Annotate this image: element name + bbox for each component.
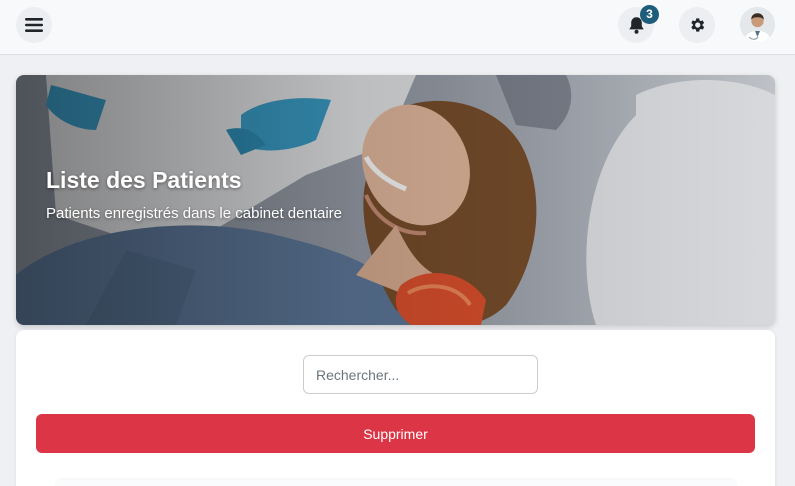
search-input[interactable] [303,355,538,394]
gear-icon [691,18,705,32]
delete-button[interactable]: Supprimer [36,414,755,453]
hero-banner: Liste des Patients Patients enregistrés … [16,75,775,325]
patients-card: Supprimer [16,330,775,486]
top-navbar: 3 [0,0,795,55]
page-subtitle: Patients enregistrés dans le cabinet den… [46,205,343,222]
dental-patient-photo [16,75,775,325]
settings-button[interactable] [679,7,715,43]
page-title: Liste des Patients [46,167,242,193]
patients-table [56,480,736,486]
user-avatar[interactable] [740,7,775,42]
notification-count-badge: 3 [640,5,659,24]
hamburger-menu-icon [25,18,43,32]
doctor-avatar-icon [740,7,775,42]
menu-toggle-button[interactable] [16,7,52,43]
